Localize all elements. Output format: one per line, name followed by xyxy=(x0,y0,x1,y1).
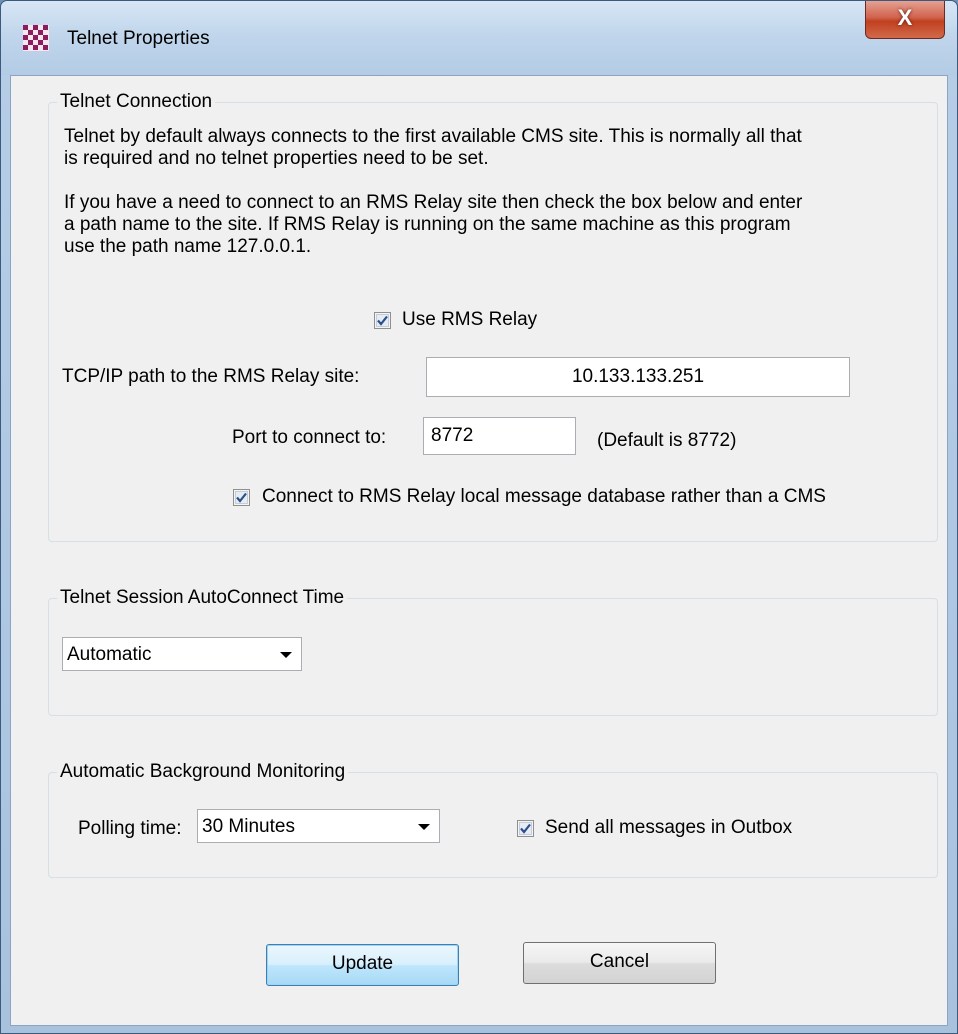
autoconnect-legend: Telnet Session AutoConnect Time xyxy=(60,587,345,608)
port-label: Port to connect to: xyxy=(232,427,387,448)
local-db-label[interactable]: Connect to RMS Relay local message datab… xyxy=(262,486,826,508)
local-db-checkbox[interactable] xyxy=(233,489,250,506)
background-monitoring-group: Automatic Background Monitoring xyxy=(48,762,938,878)
intro-line: is required and no telnet properties nee… xyxy=(64,148,489,169)
intro-line: Telnet by default always connects to the… xyxy=(64,126,802,147)
dialog-client-area: Telnet Connection Telnet by default alwa… xyxy=(10,75,948,1026)
close-icon: X xyxy=(897,5,913,30)
port-input[interactable] xyxy=(423,417,576,455)
dropdown-arrow-icon xyxy=(418,824,430,830)
autoconnect-select[interactable]: Automatic xyxy=(62,637,302,671)
polling-selected: 30 Minutes xyxy=(202,816,295,837)
send-all-checkbox[interactable] xyxy=(517,820,534,837)
polling-label: Polling time: xyxy=(78,818,182,839)
relay-line: a path name to the site. If RMS Relay is… xyxy=(64,214,791,235)
title-bar[interactable]: Telnet Properties X xyxy=(1,1,957,75)
autoconnect-selected: Automatic xyxy=(67,644,152,665)
relay-line: If you have a need to connect to an RMS … xyxy=(64,192,803,213)
relay-instructions-text: If you have a need to connect to an RMS … xyxy=(64,192,802,258)
use-relay-label[interactable]: Use RMS Relay xyxy=(402,309,537,331)
monitoring-legend: Automatic Background Monitoring xyxy=(60,761,346,782)
window-title: Telnet Properties xyxy=(67,28,210,49)
polling-time-select[interactable]: 30 Minutes xyxy=(197,809,440,843)
dropdown-arrow-icon xyxy=(280,652,292,658)
app-checker-icon xyxy=(23,25,49,51)
intro-text: Telnet by default always connects to the… xyxy=(64,126,802,170)
telnet-connection-legend: Telnet Connection xyxy=(60,91,213,112)
close-button[interactable]: X xyxy=(865,1,945,39)
path-label: TCP/IP path to the RMS Relay site: xyxy=(62,366,360,387)
cancel-button[interactable]: Cancel xyxy=(523,942,716,984)
update-button[interactable]: Update xyxy=(266,944,459,986)
use-relay-checkbox[interactable] xyxy=(374,312,391,329)
telnet-properties-dialog: Telnet Properties X Telnet Connection Te… xyxy=(0,0,958,1034)
port-default-note: (Default is 8772) xyxy=(597,430,737,451)
relay-path-input[interactable] xyxy=(426,357,850,397)
relay-line: use the path name 127.0.0.1. xyxy=(64,236,312,257)
send-all-label[interactable]: Send all messages in Outbox xyxy=(545,817,792,839)
